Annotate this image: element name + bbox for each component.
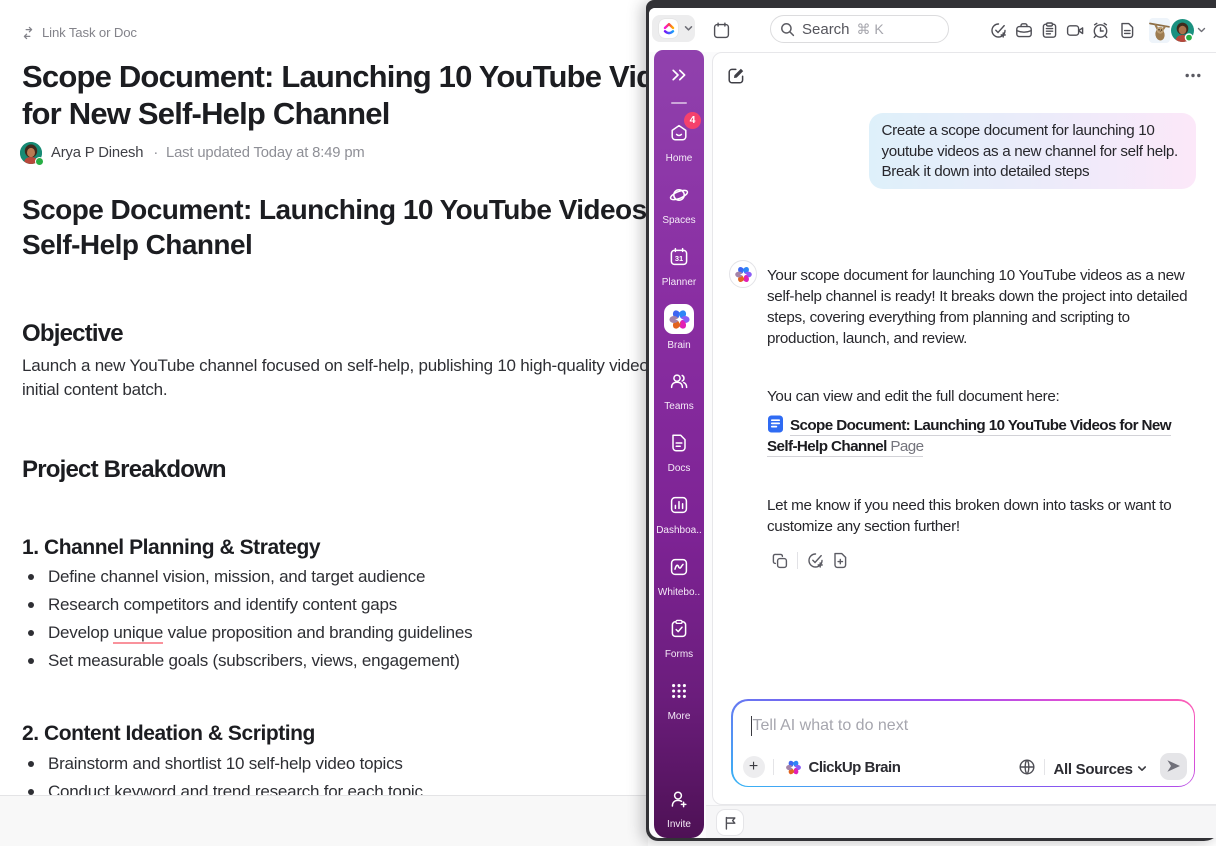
svg-text:31: 31	[675, 254, 683, 263]
